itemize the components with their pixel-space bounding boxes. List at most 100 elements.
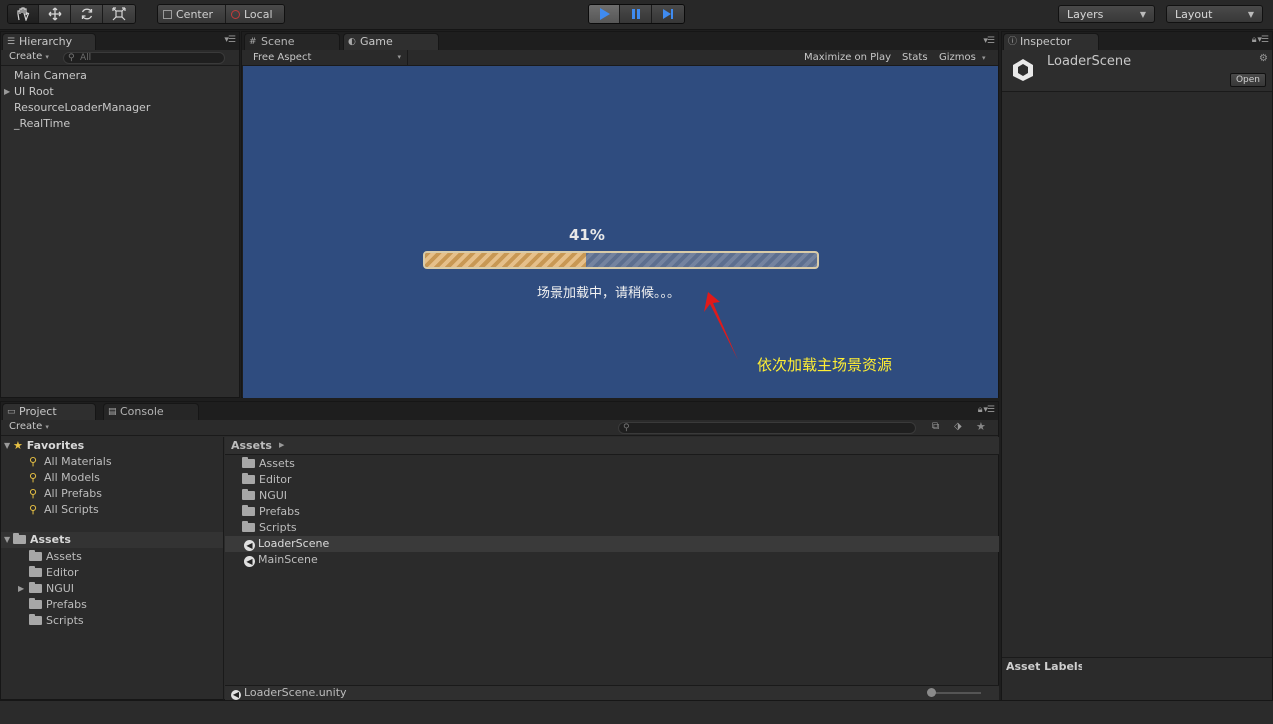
game-viewport[interactable]: 41% 场景加载中，请稍候。。。 依次加载主场景资源 — [243, 66, 998, 398]
project-create-button[interactable]: Create ▾ — [9, 421, 49, 432]
game-tabbar: # Scene ◐ Game — [242, 32, 998, 50]
step-button[interactable] — [652, 5, 684, 23]
pivot-toggles: Center Local — [157, 4, 285, 24]
hierarchy-create-button[interactable]: Create ▾ — [9, 51, 49, 62]
asset-labels-section: Asset Labels — [1002, 657, 1272, 701]
hierarchy-search-input[interactable]: ⚲ All — [63, 52, 225, 64]
tree-folder[interactable]: Prefabs — [29, 598, 87, 611]
assets-root-label: Assets — [30, 533, 71, 546]
move-tool-button[interactable] — [39, 5, 71, 23]
scene-file[interactable]: ◀ MainScene — [244, 553, 318, 567]
play-button[interactable] — [589, 5, 620, 23]
hierarchy-item[interactable]: UI Root — [14, 85, 54, 98]
local-rotation-icon — [231, 9, 240, 19]
folder-label: Prefabs — [46, 598, 87, 611]
hand-icon — [17, 7, 30, 21]
hierarchy-item[interactable]: ResourceLoaderManager — [14, 101, 150, 114]
inspector-object-name: LoaderScene — [1047, 54, 1132, 69]
favorite-item[interactable]: ⚲ All Scripts — [29, 503, 99, 516]
content-folder[interactable]: NGUI — [242, 489, 287, 502]
pivot-local-button[interactable]: Local — [226, 5, 284, 23]
hierarchy-item[interactable]: _RealTime — [14, 117, 70, 130]
favorite-label: All Materials — [44, 455, 112, 468]
scale-tool-button[interactable] — [103, 5, 135, 23]
open-button[interactable]: Open — [1229, 73, 1266, 87]
tab-console[interactable]: ▤ Console — [103, 403, 199, 420]
layout-dropdown[interactable]: Layout ▼ — [1166, 5, 1263, 23]
filter-by-label-icon[interactable]: ⬗ — [954, 421, 962, 432]
folder-icon — [29, 598, 42, 609]
filter-by-type-icon[interactable]: ⧉ — [932, 421, 939, 432]
slider-thumb[interactable] — [927, 688, 936, 697]
tab-inspector[interactable]: ⓘ Inspector — [1003, 33, 1099, 50]
content-folder[interactable]: Assets — [242, 457, 295, 470]
tree-folder[interactable]: Editor — [29, 566, 79, 579]
favorite-item[interactable]: ⚲ All Prefabs — [29, 487, 102, 500]
project-toolbar: Create ▾ ⚲ ⧉ ⬗ ★ — [1, 420, 998, 436]
panel-menu-icon[interactable]: ▾☰ — [983, 36, 995, 46]
hierarchy-item[interactable]: Main Camera — [14, 69, 87, 82]
search-icon: ⚲ — [29, 471, 38, 484]
tab-game[interactable]: ◐ Game — [343, 33, 439, 50]
pivot-center-button[interactable]: Center — [158, 5, 226, 23]
tab-scene[interactable]: # Scene — [244, 33, 340, 50]
hierarchy-tabbar: ☰ Hierarchy ▾☰ — [1, 32, 239, 50]
pause-button[interactable] — [620, 5, 652, 23]
expand-arrow-icon[interactable]: ▶ — [18, 584, 24, 593]
folder-icon — [242, 489, 255, 500]
favorite-label: All Prefabs — [44, 487, 102, 500]
list-icon: ☰ — [7, 37, 16, 47]
stats-toggle[interactable]: Stats — [902, 50, 928, 65]
unity-scene-icon — [1013, 59, 1033, 81]
selected-file-label: LoaderScene.unity — [244, 686, 347, 699]
lock-and-menu-icon[interactable]: 🔒︎ ▾☰ — [978, 405, 995, 415]
maximize-on-play-toggle[interactable]: Maximize on Play — [804, 50, 891, 65]
content-folder[interactable]: Prefabs — [242, 505, 300, 518]
project-footer: ◀ LoaderScene.unity — [225, 685, 999, 700]
gear-icon[interactable]: ⚙ — [1259, 53, 1268, 64]
content-folder[interactable]: Scripts — [242, 521, 297, 534]
folder-label: Assets — [46, 550, 82, 563]
folder-label: NGUI — [46, 582, 75, 595]
move-icon — [48, 7, 61, 21]
tree-folder[interactable]: Assets — [29, 550, 82, 563]
favorite-item[interactable]: ⚲ All Materials — [29, 455, 112, 468]
chevron-down-icon: ▼ — [1247, 9, 1254, 19]
loading-message: 场景加载中，请稍候。。。 — [537, 286, 681, 301]
content-folder[interactable]: Editor — [242, 473, 292, 486]
favorites-header[interactable]: ★ Favorites — [13, 439, 84, 452]
assets-header-row[interactable]: ▼ Assets — [1, 532, 223, 548]
progress-percent: 41% — [569, 226, 605, 244]
tab-project[interactable]: ▭ Project — [2, 403, 96, 420]
star-icon: ★ — [13, 439, 23, 452]
gizmos-dropdown[interactable]: Gizmos ▾ — [939, 50, 989, 65]
tab-hierarchy[interactable]: ☰ Hierarchy — [2, 33, 96, 50]
asset-labels-title: Asset Labels — [1006, 660, 1082, 673]
favorite-item[interactable]: ⚲ All Models — [29, 471, 100, 484]
panel-menu-icon[interactable]: ▾☰ — [224, 35, 236, 45]
icon-size-slider[interactable] — [927, 688, 981, 697]
tree-folder[interactable]: Scripts — [29, 614, 84, 627]
star-filter-icon[interactable]: ★ — [976, 420, 986, 433]
expand-arrow-icon[interactable]: ▶ — [4, 87, 10, 96]
search-icon: ⚲ — [29, 455, 38, 468]
folder-label: Scripts — [259, 521, 297, 534]
chevron-down-icon: ▾ — [397, 53, 401, 61]
tree-folder[interactable]: NGUI — [29, 582, 74, 595]
open-label: Open — [1235, 75, 1260, 85]
breadcrumb-assets[interactable]: Assets — [231, 439, 272, 452]
console-tab-label: Console — [120, 405, 164, 418]
project-search-input[interactable]: ⚲ — [618, 422, 916, 434]
content-scene-selected[interactable]: ◀ LoaderScene — [225, 536, 999, 552]
expand-arrow-icon[interactable]: ▼ — [4, 441, 10, 450]
hand-tool-button[interactable] — [8, 5, 39, 23]
loading-progress-fill — [425, 253, 586, 267]
search-icon: ⚲ — [68, 53, 75, 63]
aspect-dropdown[interactable]: Free Aspect ▾ — [242, 50, 408, 65]
layers-dropdown[interactable]: Layers ▼ — [1058, 5, 1155, 23]
lock-and-menu-icon[interactable]: 🔒︎ ▾☰ — [1252, 35, 1269, 45]
inspector-tab-label: Inspector — [1020, 35, 1072, 48]
aspect-label: Free Aspect — [253, 52, 312, 63]
rotate-tool-button[interactable] — [71, 5, 103, 23]
gizmos-label: Gizmos — [939, 52, 976, 63]
